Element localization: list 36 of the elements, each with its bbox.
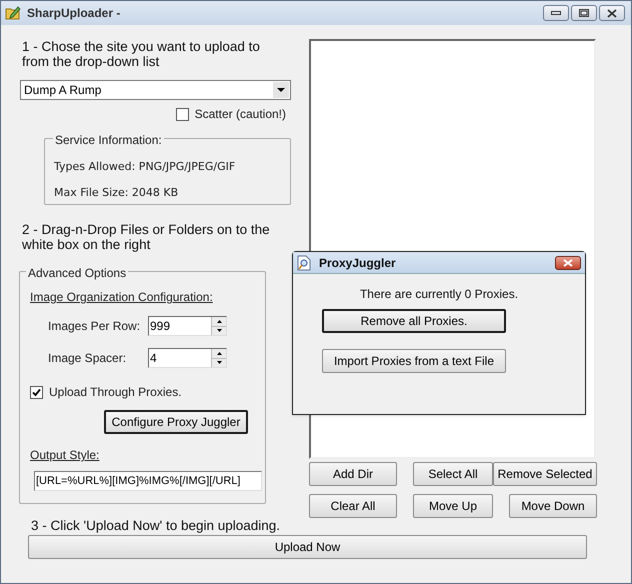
- minimize-icon[interactable]: [543, 5, 569, 21]
- checkbox[interactable]: [30, 386, 43, 398]
- move-down-button[interactable]: Move Down: [509, 494, 597, 518]
- import-proxies-button[interactable]: Import Proxies from a text File: [322, 349, 506, 373]
- select-all-button[interactable]: Select All: [413, 462, 493, 486]
- move-up-button[interactable]: Move Up: [413, 494, 493, 518]
- field-label: Images Per Row:: [48, 318, 142, 335]
- close-icon[interactable]: [555, 256, 581, 270]
- document-magnifier-icon: [297, 254, 311, 270]
- info-text: Types Allowed: PNG/JPG/JPEG/GIF: [54, 159, 236, 175]
- site-dropdown[interactable]: Dump A Rump: [20, 80, 291, 100]
- folder-pencil-icon: [5, 5, 21, 21]
- checkbox-label: Scatter (caution!): [194, 106, 286, 123]
- remove-selected-button[interactable]: Remove Selected: [493, 462, 597, 486]
- proxy-count-text: There are currently 0 Proxies.: [360, 286, 518, 303]
- checkbox[interactable]: [176, 108, 189, 120]
- dialog-title: ProxyJuggler: [319, 254, 396, 272]
- step-instruction: 3 - Click 'Upload Now' to begin uploading.: [31, 518, 282, 533]
- output-style-field[interactable]: [URL=%URL%][IMG]%IMG%[/IMG][/URL]: [34, 471, 262, 491]
- maximize-icon[interactable]: [571, 5, 597, 21]
- number-spinner[interactable]: 4: [148, 348, 227, 368]
- add-dir-button[interactable]: Add Dir: [309, 462, 397, 486]
- clear-all-button[interactable]: Clear All: [309, 494, 397, 518]
- field-label: Image Spacer:: [48, 350, 128, 367]
- number-spinner[interactable]: 999: [148, 316, 227, 336]
- section-heading: Image Organization Configuration:: [30, 289, 214, 306]
- step-instruction: 1 - Chose the site you want to upload to from the drop-down list: [22, 39, 261, 69]
- section-heading: Output Style:: [30, 447, 100, 464]
- window-title: SharpUploader -: [27, 5, 120, 22]
- remove-proxies-button[interactable]: Remove all Proxies.: [322, 309, 506, 333]
- configure-button[interactable]: Configure Proxy Juggler: [104, 410, 248, 434]
- upload-now-button[interactable]: Upload Now: [28, 535, 587, 559]
- info-text: Max File Size: 2048 KB: [54, 184, 180, 200]
- step-instruction: 2 - Drag-n-Drop Files or Folders on to the white box on the right: [22, 222, 271, 252]
- close-icon[interactable]: [599, 5, 625, 21]
- checkbox-label: Upload Through Proxies.: [49, 384, 182, 401]
